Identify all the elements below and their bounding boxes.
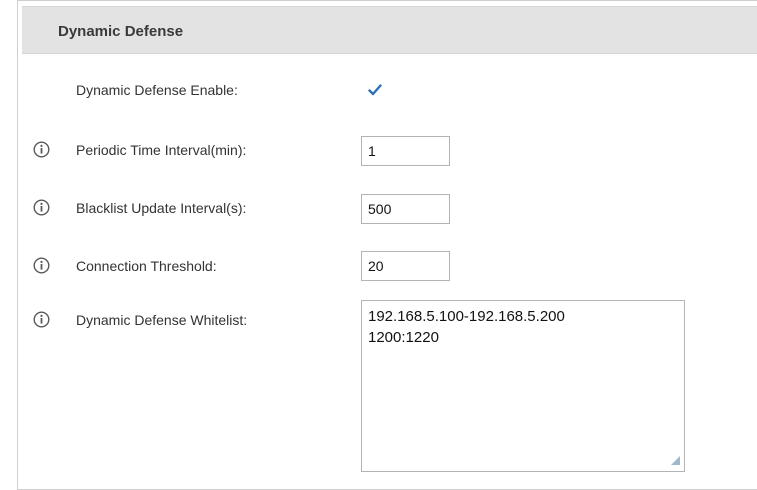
info-icon[interactable] (33, 257, 50, 274)
dynamic-defense-whitelist-label: Dynamic Defense Whitelist: (76, 312, 248, 328)
periodic-time-interval-input[interactable] (361, 136, 450, 166)
blacklist-update-interval-label: Blacklist Update Interval(s): (76, 200, 247, 216)
connection-threshold-input[interactable] (361, 251, 450, 281)
dynamic-defense-enable-checkbox[interactable] (360, 75, 390, 105)
section-title: Dynamic Defense (58, 23, 184, 40)
info-icon[interactable] (33, 311, 50, 328)
connection-threshold-label: Connection Threshold: (76, 258, 217, 274)
checkmark-icon (368, 84, 382, 96)
dynamic-defense-enable-label: Dynamic Defense Enable: (76, 82, 238, 98)
whitelist-line: 1200:1220 (368, 329, 439, 346)
whitelist-line: 192.168.5.100-192.168.5.200 (368, 308, 565, 325)
periodic-time-interval-label: Periodic Time Interval(min): (76, 142, 247, 158)
info-icon[interactable] (33, 199, 50, 216)
info-icon[interactable] (33, 141, 50, 158)
blacklist-update-interval-input[interactable] (361, 194, 450, 224)
dynamic-defense-whitelist-textarea[interactable]: 192.168.5.100-192.168.5.200 1200:1220 (361, 300, 685, 472)
resize-grip-icon[interactable] (670, 455, 680, 465)
